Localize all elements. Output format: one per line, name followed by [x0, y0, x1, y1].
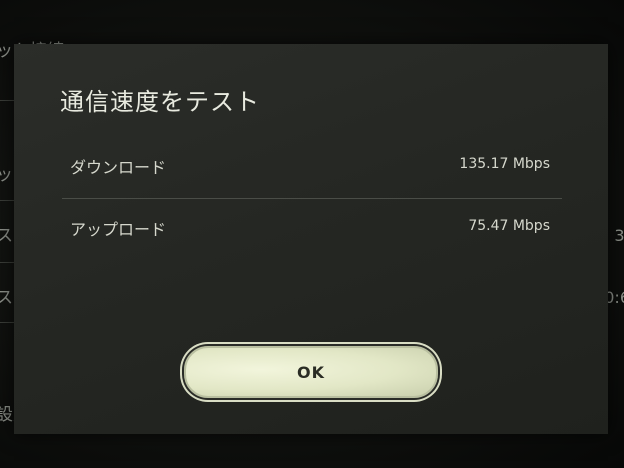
background-item-s1: ス [0, 226, 13, 246]
upload-value: 75.47 Mbps [468, 218, 550, 234]
row-divider [62, 198, 562, 199]
download-row: ダウンロード 135.17 Mbps [62, 142, 562, 198]
dialog-title: 通信速度をテスト [60, 88, 260, 116]
upload-row: アップロード 75.47 Mbps [62, 204, 562, 260]
speed-test-dialog: 通信速度をテスト ダウンロード 135.17 Mbps アップロード 75.47… [14, 44, 608, 434]
screen: ット接続 ット ス ス 設定 3: 0:6 通信速度をテスト ダウンロード 13… [0, 0, 624, 468]
background-right-value-1: 3: [614, 226, 624, 245]
upload-label: アップロード [70, 220, 167, 239]
download-value: 135.17 Mbps [459, 156, 550, 172]
download-label: ダウンロード [70, 158, 167, 177]
ok-button-label: OK [297, 362, 325, 382]
ok-button[interactable]: OK [184, 346, 438, 398]
background-item-s2: ス [0, 288, 13, 308]
